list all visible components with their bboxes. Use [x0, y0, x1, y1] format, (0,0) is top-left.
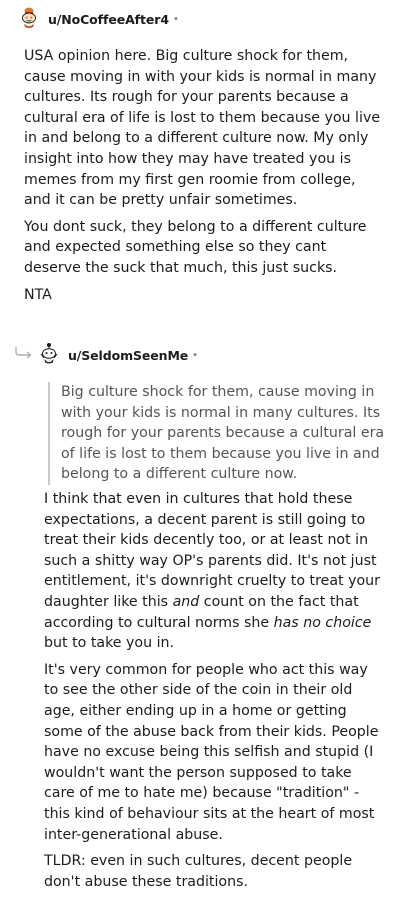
- meta-separator: •: [172, 13, 179, 25]
- comment-body: USA opinion here. Big culture shock for …: [24, 46, 386, 305]
- comment-paragraph: I think that even in cultures that hold …: [44, 491, 381, 652]
- comment-paragraph: USA opinion here. Big culture shock for …: [24, 48, 381, 209]
- reply-arrow-icon: [14, 345, 34, 364]
- user-avatar-icon[interactable]: [38, 341, 60, 369]
- comment-body: I think that even in cultures that hold …: [44, 489, 386, 892]
- comment-header: u/SeldomSeenMe •: [38, 341, 198, 369]
- quote-block: Big culture shock for them, cause moving…: [48, 382, 385, 485]
- comment-username[interactable]: u/SeldomSeenMe: [68, 348, 188, 363]
- comment-header: u/NoCoffeeAfter4 •: [18, 5, 179, 33]
- comment-username[interactable]: u/NoCoffeeAfter4: [48, 12, 169, 27]
- comment-paragraph: It's very common for people who act this…: [44, 661, 379, 843]
- comment-paragraph: NTA: [24, 286, 52, 303]
- comment-paragraph: You dont suck, they belong to a differen…: [24, 218, 367, 276]
- quote-text: Big culture shock for them, cause moving…: [61, 384, 385, 483]
- comment-paragraph: TLDR: even in such cultures, decent peop…: [44, 853, 353, 890]
- meta-separator: •: [192, 349, 199, 361]
- user-avatar-icon[interactable]: [18, 5, 40, 33]
